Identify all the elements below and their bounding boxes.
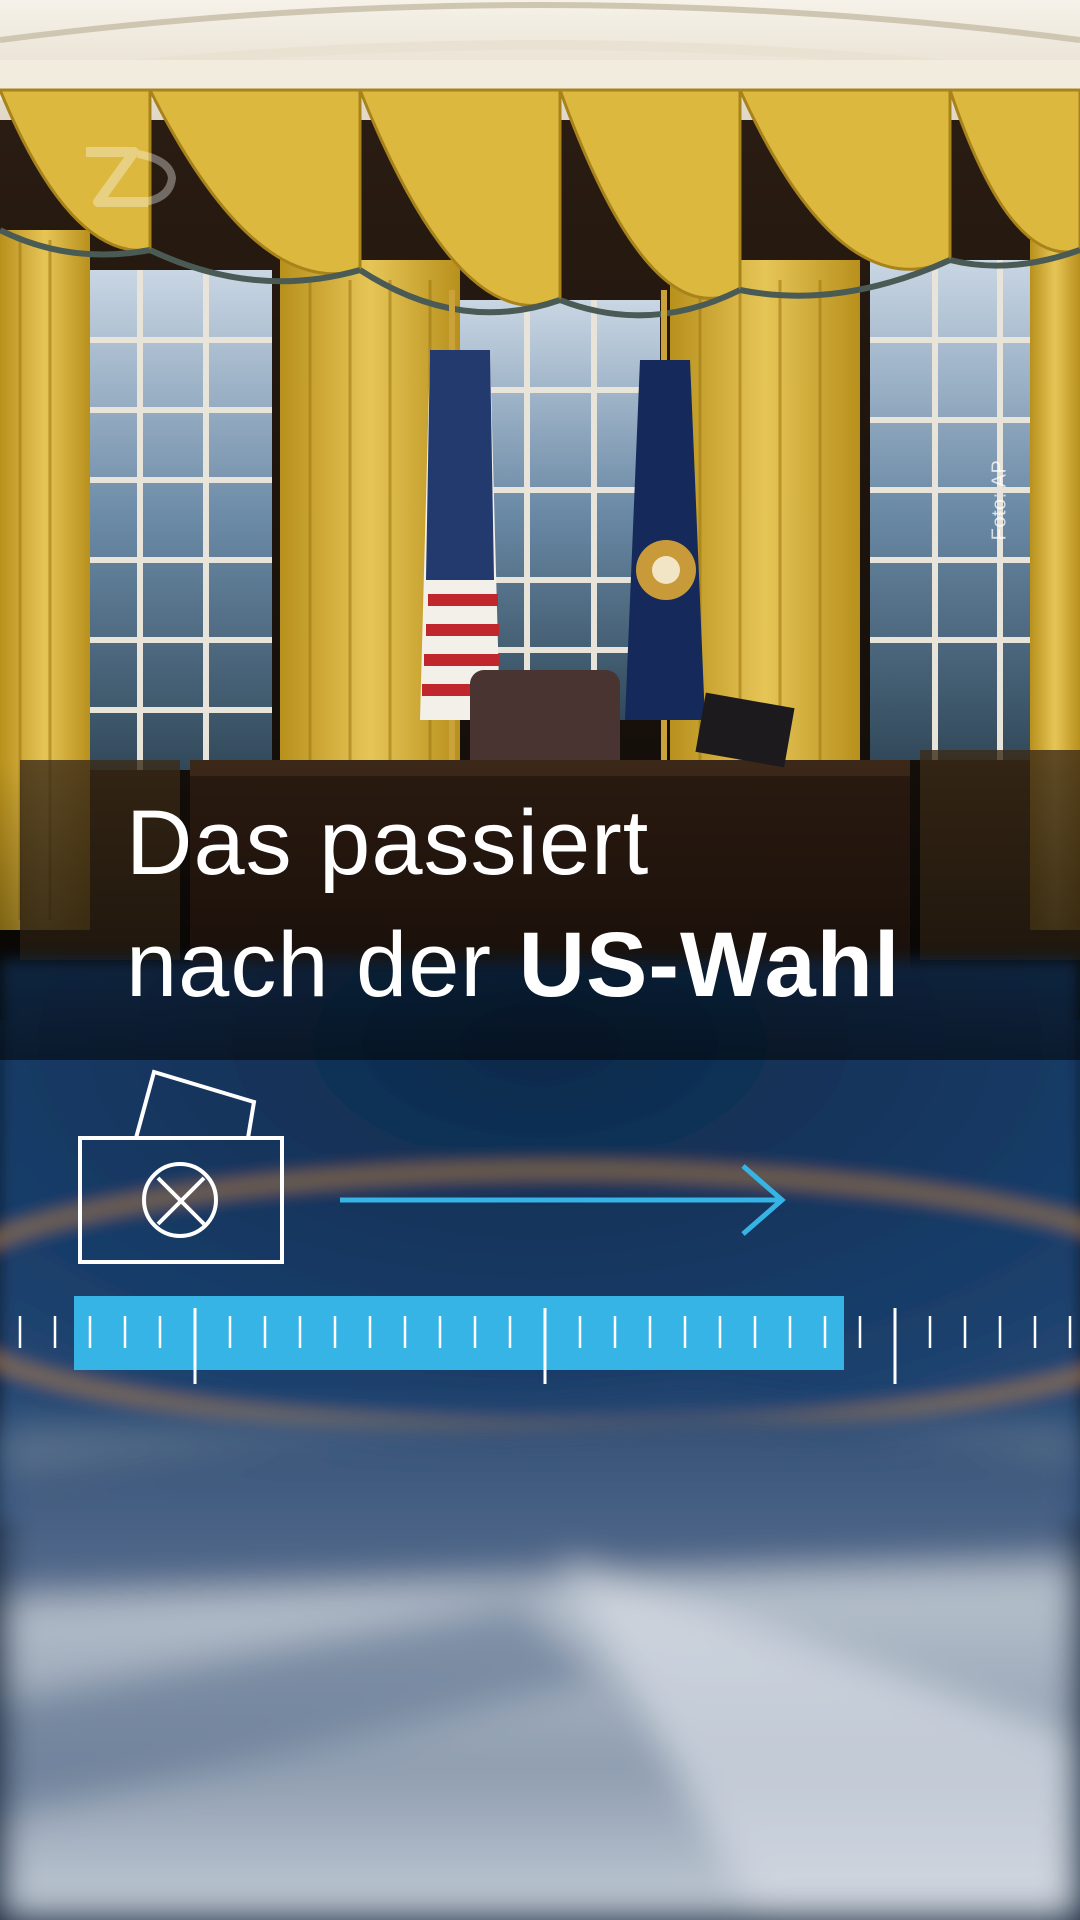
window-left (72, 270, 272, 770)
headline: Das passiert nach der US-Wahl (126, 782, 900, 1026)
timeline-bar (18, 1296, 1072, 1384)
photo-credit: Foto: AP (988, 459, 1011, 541)
zdf-logo-icon (86, 147, 177, 207)
video-frame: Foto: AP Das passiert nach der US-Wahl (0, 0, 1080, 1920)
ballot-box-icon (78, 1069, 284, 1264)
headline-line-2-bold: US-Wahl (518, 914, 901, 1016)
headline-line-1: Das passiert (126, 792, 650, 894)
headline-line-2-light: nach der (126, 914, 519, 1016)
arrow-right-icon (340, 1164, 786, 1236)
timeline-progress-fill (74, 1296, 844, 1370)
headline-line-2: nach der US-Wahl (126, 904, 900, 1026)
